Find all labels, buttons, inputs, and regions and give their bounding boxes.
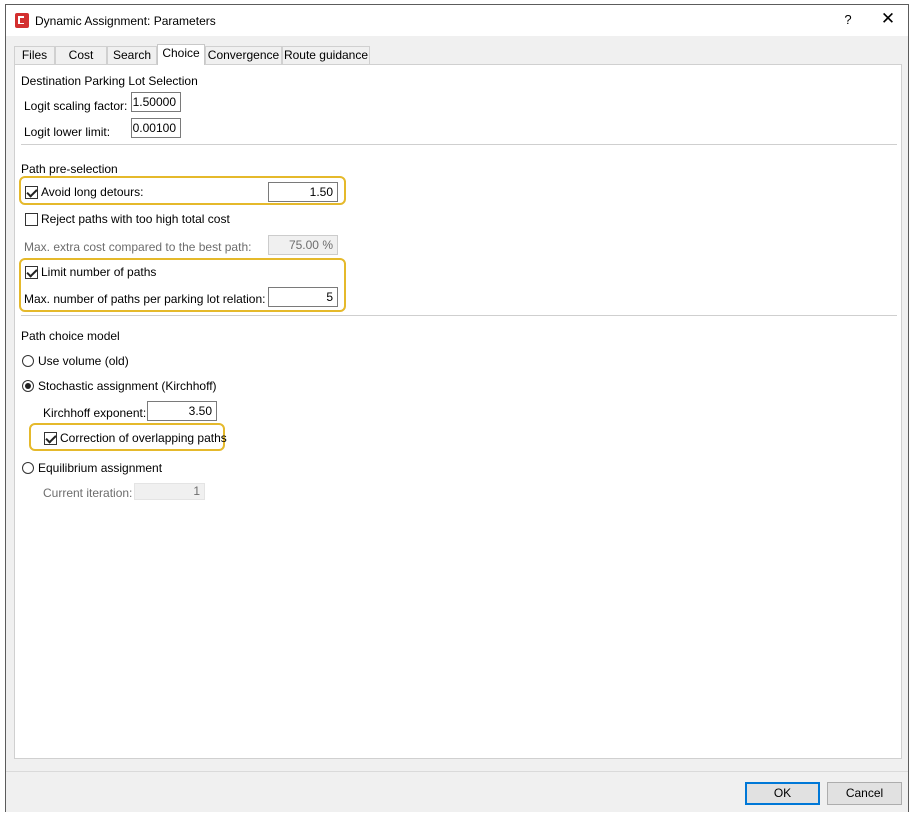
tab-files[interactable]: Files	[14, 46, 55, 64]
reject-paths-checkbox[interactable]	[25, 213, 38, 226]
ok-button[interactable]: OK	[745, 782, 820, 805]
logit-scaling-input[interactable]: 1.50000	[131, 92, 181, 112]
max-extra-cost-input[interactable]: 75.00 %	[268, 235, 338, 255]
stochastic-radio[interactable]	[22, 380, 34, 392]
divider	[21, 144, 897, 145]
kirchhoff-input[interactable]: 3.50	[147, 401, 217, 421]
tab-route-guidance[interactable]: Route guidance	[282, 46, 370, 64]
use-volume-label: Use volume (old)	[38, 354, 129, 368]
window-title: Dynamic Assignment: Parameters	[35, 14, 216, 28]
equilibrium-radio[interactable]	[22, 462, 34, 474]
avoid-detours-checkbox[interactable]	[25, 186, 38, 199]
preselection-heading: Path pre-selection	[21, 162, 118, 176]
correction-label: Correction of overlapping paths	[60, 431, 227, 445]
tab-cost[interactable]: Cost	[55, 46, 107, 64]
current-iteration-label: Current iteration:	[43, 486, 133, 500]
limit-paths-checkbox[interactable]	[25, 266, 38, 279]
max-extra-cost-label: Max. extra cost compared to the best pat…	[24, 240, 252, 254]
tab-choice[interactable]: Choice	[157, 44, 205, 65]
limit-paths-label: Limit number of paths	[41, 265, 157, 279]
logit-lower-input[interactable]: 0.00100	[131, 118, 181, 138]
app-logo-icon	[15, 13, 29, 28]
logit-scaling-label: Logit scaling factor:	[24, 99, 128, 113]
avoid-detours-label: Avoid long detours:	[41, 185, 144, 199]
help-button[interactable]: ?	[841, 12, 855, 27]
divider	[21, 315, 897, 316]
destination-heading: Destination Parking Lot Selection	[21, 74, 198, 88]
choice-panel: Destination Parking Lot Selection Logit …	[14, 64, 902, 759]
tab-search[interactable]: Search	[107, 46, 157, 64]
dialog-window: Dynamic Assignment: Parameters ? ✕ Files…	[5, 4, 909, 812]
reject-paths-label: Reject paths with too high total cost	[41, 212, 230, 226]
max-paths-input[interactable]: 5	[268, 287, 338, 307]
avoid-detours-input[interactable]: 1.50	[268, 182, 338, 202]
equilibrium-label: Equilibrium assignment	[38, 461, 163, 475]
kirchhoff-label: Kirchhoff exponent:	[43, 406, 147, 420]
close-icon[interactable]: ✕	[878, 9, 898, 29]
use-volume-radio[interactable]	[22, 355, 34, 367]
button-bar: OK Cancel	[6, 771, 908, 812]
current-iteration-input: 1	[134, 483, 205, 500]
correction-checkbox[interactable]	[44, 432, 57, 445]
logit-lower-label: Logit lower limit:	[24, 125, 111, 139]
cancel-button[interactable]: Cancel	[827, 782, 902, 805]
tab-convergence[interactable]: Convergence	[205, 46, 282, 64]
stochastic-label: Stochastic assignment (Kirchhoff)	[38, 379, 217, 393]
max-paths-label: Max. number of paths per parking lot rel…	[24, 292, 266, 306]
choice-model-heading: Path choice model	[21, 329, 120, 343]
title-bar[interactable]: Dynamic Assignment: Parameters ? ✕	[6, 5, 908, 36]
